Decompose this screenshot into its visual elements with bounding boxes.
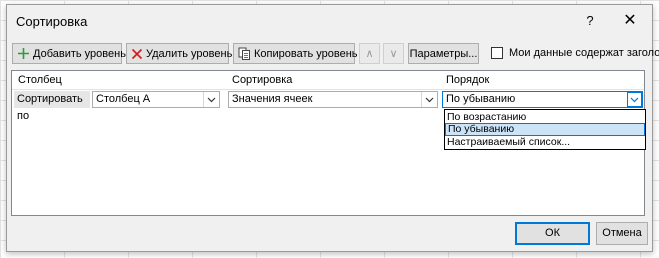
- move-up-button[interactable]: ∧: [359, 43, 380, 64]
- sort-dialog: Сортировка ? ✕ Добавить уровень Удалить …: [6, 4, 659, 252]
- chevron-down-icon[interactable]: [421, 92, 437, 107]
- sort-on-header: Сортировка: [232, 74, 293, 86]
- column-header: Столбец: [18, 74, 62, 86]
- chevron-down-icon[interactable]: [203, 92, 219, 107]
- title-bar: Сортировка ? ✕: [7, 5, 652, 37]
- chevron-down-icon: ∨: [389, 48, 398, 60]
- header-divider: [12, 89, 644, 90]
- ok-button[interactable]: ОК: [515, 222, 590, 245]
- copy-icon: [238, 47, 251, 61]
- column-combo-value: Столбец A: [96, 93, 151, 105]
- chevron-up-icon: ∧: [365, 48, 374, 60]
- headers-checkbox-label: Мои данные содержат заголовки: [509, 47, 659, 59]
- dialog-title: Сортировка: [16, 14, 88, 29]
- close-button[interactable]: ✕: [619, 11, 641, 31]
- order-option-custom-list[interactable]: Настраиваемый список...: [445, 136, 645, 148]
- order-combo-value: По убыванию: [446, 93, 516, 105]
- add-level-button[interactable]: Добавить уровень: [12, 43, 126, 64]
- order-header: Порядок: [446, 74, 490, 86]
- sort-on-combo-value: Значения ячеек: [232, 93, 313, 105]
- delete-level-button[interactable]: Удалить уровень: [126, 43, 233, 64]
- column-combo[interactable]: Столбец A: [92, 91, 220, 108]
- delete-level-label: Удалить уровень: [146, 47, 233, 60]
- options-button[interactable]: Параметры...: [408, 43, 479, 64]
- order-combo[interactable]: По убыванию: [442, 91, 643, 108]
- sort-by-row-label: Сортировать по: [14, 91, 90, 122]
- move-down-button[interactable]: ∨: [383, 43, 404, 64]
- order-dropdown-list: По возрастанию По убыванию Настраиваемый…: [444, 109, 646, 150]
- chevron-down-icon[interactable]: [627, 92, 642, 107]
- order-option-descending[interactable]: По убыванию: [445, 123, 645, 136]
- order-option-ascending[interactable]: По возрастанию: [445, 111, 645, 123]
- delete-x-icon: [131, 47, 143, 61]
- sort-on-combo[interactable]: Значения ячеек: [228, 91, 438, 108]
- headers-checkbox[interactable]: [491, 47, 503, 59]
- help-button[interactable]: ?: [579, 11, 601, 31]
- copy-level-label: Копировать уровень: [254, 47, 358, 60]
- plus-icon: [17, 47, 30, 61]
- add-level-label: Добавить уровень: [33, 47, 126, 60]
- cancel-button[interactable]: Отмена: [596, 222, 648, 245]
- copy-level-button[interactable]: Копировать уровень: [233, 43, 358, 64]
- options-label: Параметры...: [409, 47, 478, 60]
